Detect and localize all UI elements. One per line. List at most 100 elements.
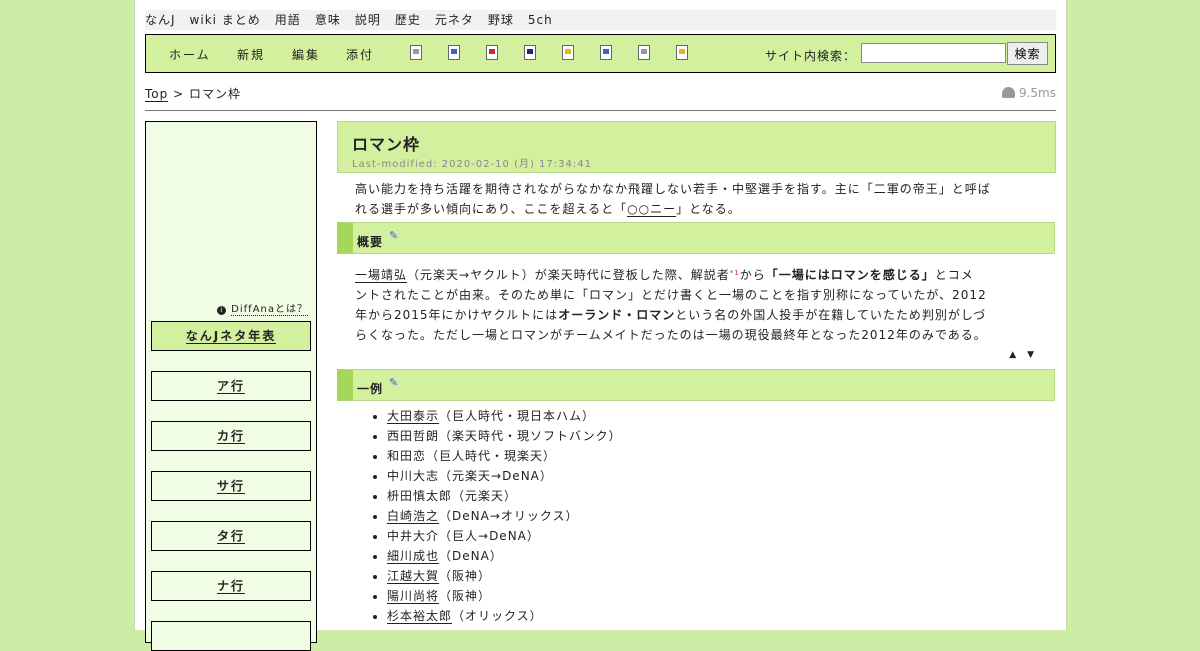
player-link[interactable]: 細川成也	[387, 549, 440, 564]
footnote-ref[interactable]: *1	[730, 269, 740, 277]
player-note: （元楽天）	[452, 489, 518, 503]
player-note: （楽天時代・現ソフトバンク）	[439, 429, 622, 443]
player-note: （阪神）	[439, 589, 492, 603]
list-item: 枡田慎太郎（元楽天）	[387, 486, 622, 506]
player-note: （元楽天→DeNA）	[439, 469, 553, 483]
player-note: （DeNA）	[439, 549, 503, 563]
info-icon: i	[217, 306, 227, 315]
player-link[interactable]: 陽川尚将	[387, 589, 440, 604]
link-nii[interactable]: ○○ニー	[627, 202, 677, 217]
player-note: （巨人→DeNA）	[439, 529, 540, 543]
page: なんJ wiki まとめ 用語 意味 説明 歴史 元ネタ 野球 5ch ホーム 新規 編集 添付…	[134, 0, 1067, 651]
breadcrumb-separator: >	[173, 87, 185, 101]
delete-icon[interactable]	[486, 45, 498, 60]
search-label: サイト内検索：	[765, 49, 857, 63]
topnav-item[interactable]: 元ネタ	[435, 13, 474, 27]
section-nav-arrows[interactable]: ▲ ▼	[1009, 350, 1038, 360]
topnav-item[interactable]: 意味	[315, 13, 341, 27]
list-item: 杉本裕太郎（オリックス）	[387, 606, 622, 626]
sidebar-item-ka-row[interactable]: カ行	[151, 421, 311, 451]
section-title: 概要	[357, 235, 384, 249]
list-item: 大田泰示（巨人時代・現日本ハム）	[387, 406, 622, 426]
gauge-icon	[1001, 87, 1015, 98]
last-modified: Last-modified: 2020-02-10 (月) 17:34:41	[352, 159, 592, 170]
text: という名の外国人投手が在籍していたため判別がしづ	[675, 308, 987, 322]
rename-icon[interactable]	[448, 45, 460, 60]
player-name: 中川大志	[387, 469, 440, 483]
breadcrumb-top-link[interactable]: Top	[145, 87, 169, 102]
player-name: 和田恋	[387, 449, 427, 463]
player-name: 枡田慎太郎	[387, 489, 453, 503]
topnav-item[interactable]: なんJ	[145, 13, 176, 27]
copy-icon[interactable]	[600, 45, 612, 60]
player-note: （巨人時代・現楽天）	[426, 449, 557, 463]
render-time: 9.5ms	[1001, 86, 1056, 100]
text: （元楽天→ヤクルト）が楽天時代に登板した際、解説者	[407, 268, 730, 282]
list-icon[interactable]	[638, 45, 650, 60]
list-item: 江越大賀（阪神）	[387, 566, 622, 586]
attach-button[interactable]: 添付	[346, 46, 374, 63]
help-icon[interactable]	[676, 45, 688, 60]
breadcrumb: Top > ロマン枠	[145, 85, 241, 102]
overview-paragraph: 一場靖弘（元楽天→ヤクルト）が楽天時代に登板した際、解説者*1から「一場にはロマ…	[355, 263, 1035, 345]
player-link[interactable]: 杉本裕太郎	[387, 609, 453, 624]
save-icon[interactable]	[524, 45, 536, 60]
sidebar-item-a-row[interactable]: ア行	[151, 371, 311, 401]
list-item: 陽川尚将（阪神）	[387, 586, 622, 606]
bold-name: オーランド・ロマン	[558, 308, 676, 322]
edit-pencil-icon[interactable]: ✎	[389, 229, 399, 242]
examples-list: 大田泰示（巨人時代・現日本ハム） 西田哲朗（楽天時代・現ソフトバンク） 和田恋（…	[371, 406, 622, 626]
section-heading-examples: 一例 ✎	[337, 369, 1055, 401]
search-input[interactable]	[861, 43, 1006, 63]
sidebar-item-label: タ行	[216, 529, 245, 544]
quote: 「一場にはロマンを感じる」	[765, 268, 935, 282]
list-item: 中井大介（巨人→DeNA）	[387, 526, 622, 546]
page-title: ロマン枠	[352, 135, 421, 154]
divider	[145, 110, 1056, 111]
topnav-item[interactable]: 歴史	[395, 13, 421, 27]
section-heading-overview: 概要 ✎	[337, 222, 1055, 254]
player-link[interactable]: 江越大賀	[387, 569, 440, 584]
sidebar-item-ta-row[interactable]: タ行	[151, 521, 311, 551]
sidebar-item-label: カ行	[216, 429, 245, 444]
edit-pencil-icon[interactable]: ✎	[389, 376, 399, 389]
search-button[interactable]: 検索	[1007, 42, 1048, 65]
sidebar-item-na-row[interactable]: ナ行	[151, 571, 311, 601]
overview-line: 年から2015年にかけヤクルトにはオーランド・ロマンという名の外国人投手が在籍し…	[355, 305, 1035, 325]
text: 」となる。	[676, 202, 741, 216]
list-item: 和田恋（巨人時代・現楽天）	[387, 446, 622, 466]
diffana-link[interactable]: i DiffAnaとは？	[217, 300, 308, 316]
home-button[interactable]: ホーム	[169, 46, 211, 63]
player-note: （オリックス）	[452, 609, 543, 623]
topnav-item[interactable]: 野球	[488, 13, 514, 27]
list-item: 細川成也（DeNA）	[387, 546, 622, 566]
edit-button[interactable]: 編集	[292, 46, 320, 63]
link-ichiba[interactable]: 一場靖弘	[355, 268, 408, 283]
player-link[interactable]: 白崎浩之	[387, 509, 440, 524]
sidebar-item-next[interactable]	[151, 621, 311, 651]
sidebar-item-timeline[interactable]: なんJネタ年表	[151, 321, 311, 351]
new-page-button[interactable]: 新規	[237, 46, 265, 63]
player-note: （巨人時代・現日本ハム）	[439, 409, 596, 423]
topnav-item[interactable]: 5ch	[528, 13, 553, 27]
overview-line: ントされたことが由来。そのため単に「ロマン」とだけ書くと一場のことを指す別称にな…	[355, 288, 987, 302]
render-time-value: 9.5ms	[1018, 86, 1056, 100]
topnav-item[interactable]: 説明	[355, 13, 381, 27]
sidebar-item-sa-row[interactable]: サ行	[151, 471, 311, 501]
intro-line: れる選手が多い傾向にあり、ここを超えると「○○ニー」となる。	[355, 199, 1035, 219]
text: とコメ	[934, 268, 974, 282]
topnav-item[interactable]: wiki まとめ	[190, 13, 261, 27]
list-item: 中川大志（元楽天→DeNA）	[387, 466, 622, 486]
breadcrumb-current: ロマン枠	[188, 87, 241, 101]
lock-icon[interactable]	[562, 45, 574, 60]
text: れる選手が多い傾向にあり、ここを超えると「	[355, 202, 628, 216]
player-note: （阪神）	[439, 569, 492, 583]
intro-paragraph: 高い能力を持ち活躍を期待されながらなかなか飛躍しない若手・中堅選手を指す。主に「…	[355, 179, 1035, 219]
player-link[interactable]: 大田泰示	[387, 409, 440, 424]
topnav-item[interactable]: 用語	[275, 13, 301, 27]
new-page-icon[interactable]	[410, 45, 422, 60]
sidebar-item-label: ア行	[216, 379, 245, 394]
list-item: 白崎浩之（DeNA→オリックス）	[387, 506, 622, 526]
section-title: 一例	[357, 382, 384, 396]
sidebar: i DiffAnaとは？ なんJネタ年表 ア行 カ行 サ行 タ行 ナ行	[145, 121, 317, 651]
